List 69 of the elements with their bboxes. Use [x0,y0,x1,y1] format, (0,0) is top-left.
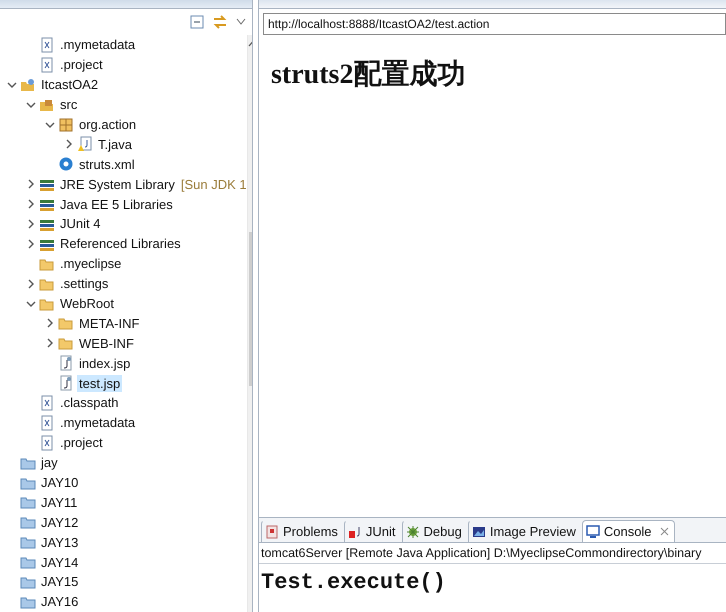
chevron-down-icon[interactable] [26,100,36,110]
chevron-down-icon[interactable] [7,80,17,90]
project-folder-icon [20,76,36,93]
tree-item[interactable]: .project [58,56,105,74]
tree-item[interactable]: JAY15 [39,573,80,590]
tree-item[interactable]: .settings [58,275,110,292]
tree-item[interactable]: ItcastOA2 [39,76,100,94]
xml-file-icon [39,394,55,411]
tree-item[interactable]: .classpath [58,394,121,412]
view-menu-icon[interactable] [236,18,246,26]
tree-item[interactable]: .project [58,434,105,452]
xml-file-icon [39,56,55,73]
chevron-down-icon[interactable] [26,298,36,309]
tree-item[interactable]: JRE System Library [58,176,177,193]
tree-item[interactable]: JAY11 [39,494,80,511]
chevron-right-icon[interactable] [26,238,36,249]
tree-item[interactable]: .myeclipse [58,255,124,272]
xml-file-icon [39,414,55,431]
tree-item[interactable]: struts.xml [77,156,137,173]
view-tab[interactable]: Image Preview [468,520,582,542]
junit-icon [348,524,362,538]
tree-item[interactable]: WEB-INF [77,334,136,352]
package-icon [58,116,74,132]
tree-item[interactable]: JAY12 [39,514,80,531]
view-tab[interactable]: Problems [261,520,344,542]
collapse-all-icon[interactable] [190,15,204,29]
console-process-label: tomcat6Server [Remote Java Application] D:\MyeclipseCommondirectory\binary [259,543,726,564]
tree-item[interactable]: Referenced Libraries [58,235,183,252]
tree-item[interactable]: JAY13 [39,534,80,551]
tree-item-decoration: [Sun JDK 1 [180,176,247,192]
tree-item[interactable]: .mymetadata [58,414,138,432]
xml-file-icon [39,434,55,451]
jsp-file-icon [58,375,74,392]
tree-item[interactable]: org.action [77,116,138,133]
bug-icon [406,524,420,538]
tree-item[interactable]: Java EE 5 Libraries [58,196,175,213]
tree-item[interactable]: JAY10 [39,474,80,492]
console-icon [586,524,600,538]
jsp-file-icon [58,355,74,372]
tree-item[interactable]: .mymetadata [58,36,138,54]
tree-item[interactable]: JUnit 4 [58,215,102,232]
view-tab[interactable]: Console [582,520,675,542]
tree-item[interactable]: jay [39,454,60,472]
chevron-right-icon[interactable] [45,338,55,348]
address-field[interactable]: http://localhost:8888/ItcastOA2/test.action [263,13,726,35]
chevron-down-icon[interactable] [45,120,55,130]
tree-item[interactable]: WebRoot [58,295,116,312]
chevron-right-icon[interactable] [26,199,36,210]
tree-item[interactable]: T.java [96,136,134,153]
console-output: Test.execute() [260,569,447,597]
chevron-right-icon[interactable] [26,218,36,229]
chevron-right-icon[interactable] [64,139,74,150]
xml-file-icon [39,36,55,53]
chevron-right-icon[interactable] [45,318,55,328]
image-icon [472,524,486,538]
chevron-right-icon[interactable] [26,278,36,289]
close-icon[interactable] [660,527,669,536]
page-heading: struts2配置成功 [271,58,466,92]
problems-icon [265,524,279,538]
view-tab[interactable]: JUnit [344,520,402,542]
java-file-warning-icon [77,136,93,152]
tree-item[interactable]: index.jsp [77,354,132,372]
tree-item[interactable]: test.jsp [77,374,122,392]
tree-item[interactable]: src [58,96,80,114]
tree-item[interactable]: JAY16 [39,593,80,610]
chevron-right-icon[interactable] [26,179,36,190]
view-tab[interactable]: Debug [402,520,468,542]
tree-item[interactable]: META-INF [77,314,142,332]
tree-item[interactable]: JAY14 [39,554,80,571]
